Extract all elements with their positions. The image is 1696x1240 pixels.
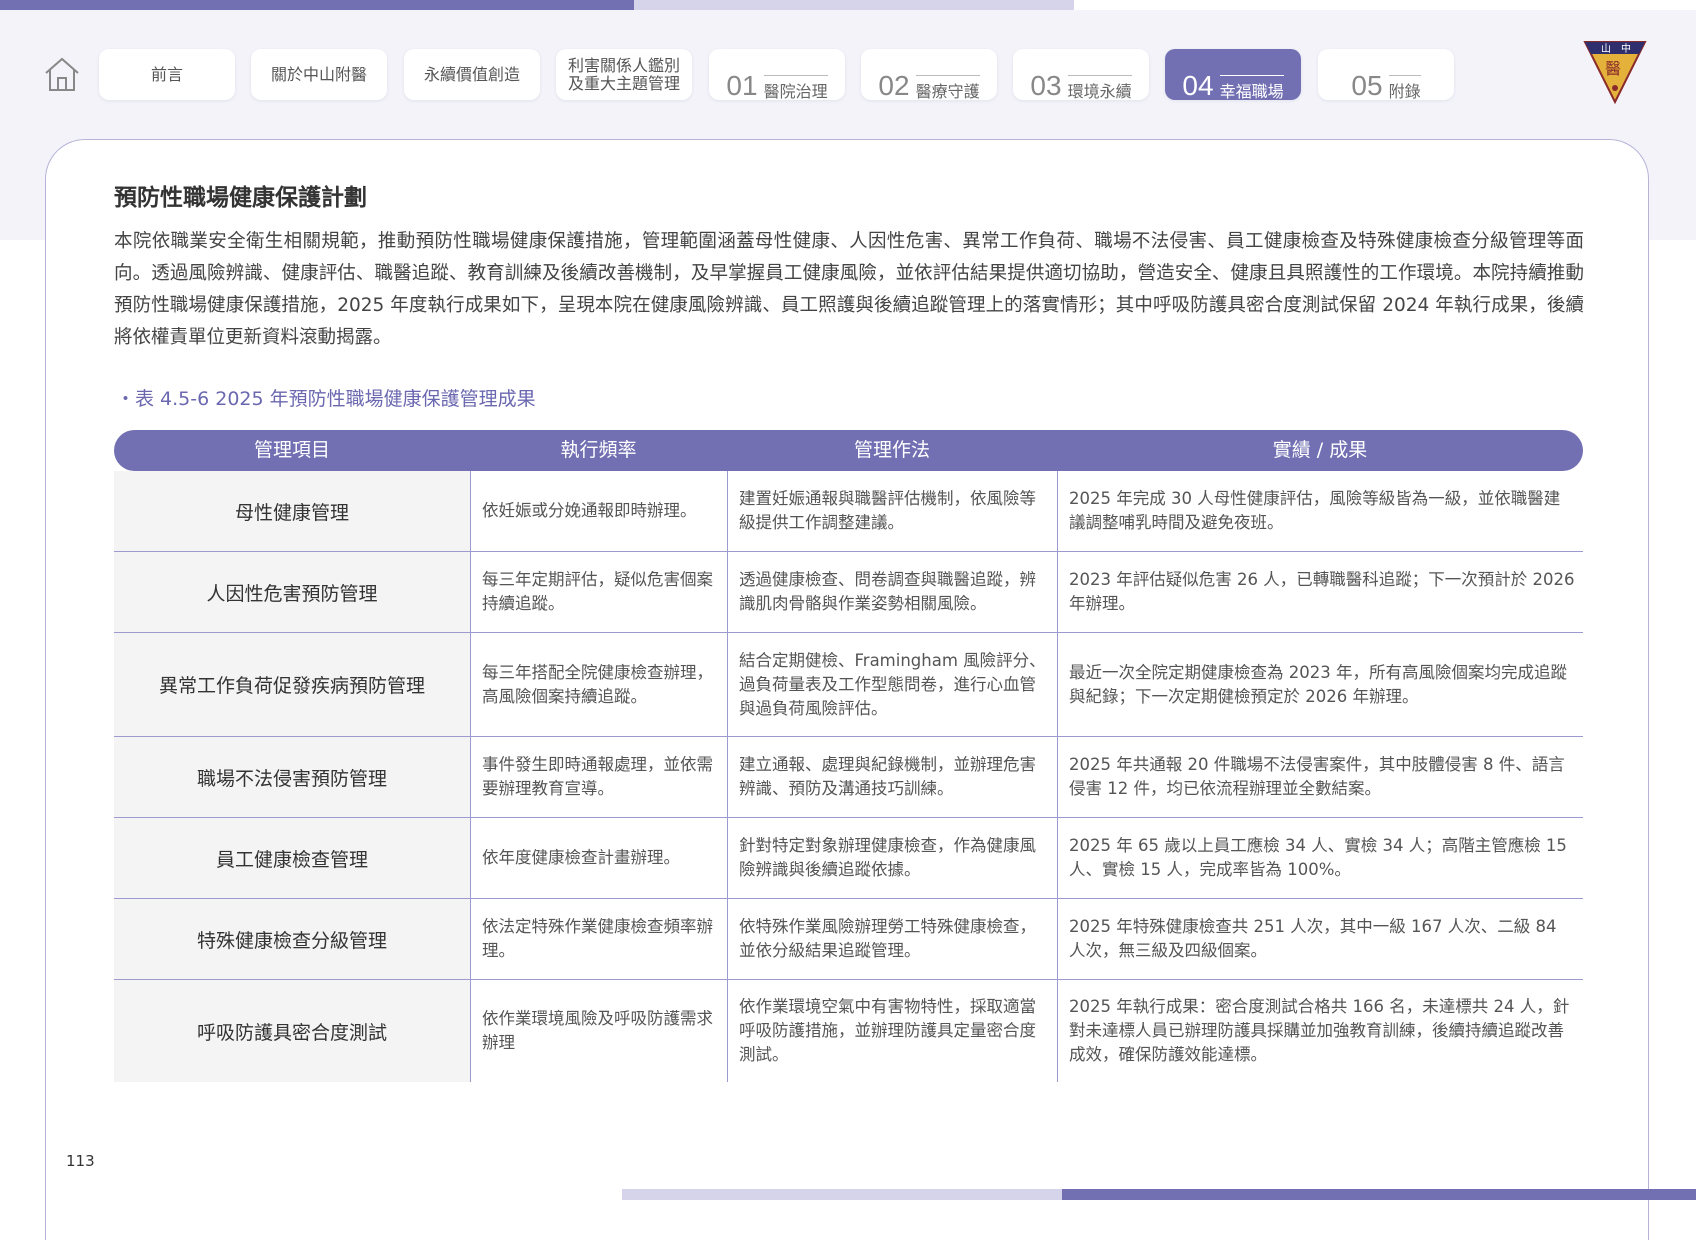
intro-paragraph: 本院依職業安全衛生相關規範，推動預防性職場健康保護措施，管理範圍涵蓋母性健康、人… [114,231,1584,348]
nav-chapter-04[interactable]: 04 幸福職場 [1165,49,1301,100]
svg-text:山: 山 [1601,43,1611,55]
cell-method: 依作業環境空氣中有害物特性，採取適當呼吸防護措施，並辦理防護具定量密合度測試。 [727,980,1057,1082]
svg-text:中: 中 [1621,42,1631,55]
nav-chapter-05[interactable]: 05 附錄 [1318,49,1454,100]
header-frequency: 執行頻率 [560,439,637,461]
home-icon[interactable] [42,54,82,94]
cell-frequency: 事件發生即時通報處理，並依需要辦理教育宣導。 [470,737,727,817]
chapter-number: 04 [1182,70,1214,101]
table-row: 異常工作負荷促發疾病預防管理 每三年搭配全院健康檢查辦理，高風險個案持續追蹤。 … [114,633,1583,737]
chapter-number: 01 [726,70,758,101]
cell-method: 透過健康檢查、問卷調查與職醫追蹤，辨識肌肉骨骼與作業姿勢相關風險。 [727,552,1057,632]
table-body: 母性健康管理 依妊娠或分娩通報即時辦理。 建置妊娠通報與職醫評估機制，依風險等級… [114,471,1583,1082]
svg-text:醫: 醫 [1605,59,1621,78]
header-result: 實績 / 成果 [1272,439,1368,461]
cell-item: 人因性危害預防管理 [114,552,470,632]
cell-frequency: 每三年定期評估，疑似危害個案持續追蹤。 [470,552,727,632]
nav-sustainable-value-label: 永續價值創造 [423,64,520,84]
section-title: 預防性職場健康保護計劃 [114,185,367,211]
table-row: 人因性危害預防管理 每三年定期評估，疑似危害個案持續追蹤。 透過健康檢查、問卷調… [114,552,1583,633]
chapter-number: 05 [1351,70,1383,101]
cell-frequency: 依法定特殊作業健康檢查頻率辦理。 [470,899,727,979]
nav-about[interactable]: 關於中山附醫 [251,49,387,100]
cell-frequency: 依妊娠或分娩通報即時辦理。 [470,471,727,551]
cell-result: 2025 年完成 30 人母性健康評估，風險等級皆為一級，並依職醫建議調整哺乳時… [1057,471,1583,551]
cell-method: 針對特定對象辦理健康檢查，作為健康風險辨識與後續追蹤依據。 [727,818,1057,898]
nav-chapter-03[interactable]: 03 環境永續 [1013,49,1149,100]
chapter-label: 醫療守護 [915,75,980,100]
cell-result: 2025 年 65 歲以上員工應檢 34 人、實檢 34 人；高階主管應檢 15… [1057,818,1583,898]
chapter-label: 環境永續 [1067,75,1132,100]
table-row: 呼吸防護具密合度測試 依作業環境風險及呼吸防護需求辦理 依作業環境空氣中有害物特… [114,980,1583,1082]
bottom-accent-bar [1062,1189,1696,1200]
cell-result: 最近一次全院定期健康檢查為 2023 年，所有高風險個案均完成追蹤與紀錄；下一次… [1057,633,1583,736]
cell-item: 特殊健康檢查分級管理 [114,899,470,979]
cell-item: 異常工作負荷促發疾病預防管理 [114,633,470,736]
top-accent-bar [0,0,634,10]
cell-item: 呼吸防護具密合度測試 [114,980,470,1082]
table-row: 特殊健康檢查分級管理 依法定特殊作業健康檢查頻率辦理。 依特殊作業風險辦理勞工特… [114,899,1583,980]
header-method: 管理作法 [853,439,930,461]
cell-result: 2023 年評估疑似危害 26 人，已轉職醫科追蹤；下一次預計於 2026 年辦… [1057,552,1583,632]
cell-result: 2025 年執行成果：密合度測試合格共 166 名，未達標共 24 人，針對未達… [1057,980,1583,1082]
bottom-accent-bar-light [622,1189,1062,1200]
cell-item: 員工健康檢查管理 [114,818,470,898]
table-row: 職場不法侵害預防管理 事件發生即時通報處理，並依需要辦理教育宣導。 建立通報、處… [114,737,1583,818]
cell-result: 2025 年特殊健康檢查共 251 人次，其中一級 167 人次、二級 84 人… [1057,899,1583,979]
page-number: 113 [66,1152,95,1170]
cell-method: 建立通報、處理與紀錄機制，並辦理危害辨識、預防及溝通技巧訓練。 [727,737,1057,817]
cell-frequency: 依年度健康檢查計畫辦理。 [470,818,727,898]
nav-preface[interactable]: 前言 [99,49,235,100]
table-row: 母性健康管理 依妊娠或分娩通報即時辦理。 建置妊娠通報與職醫評估機制，依風險等級… [114,471,1583,552]
chapter-number: 03 [1030,70,1062,101]
chapter-label: 幸福職場 [1219,75,1284,100]
cell-frequency: 每三年搭配全院健康檢查辦理，高風險個案持續追蹤。 [470,633,727,736]
top-accent-bar-light [634,0,1074,10]
nav-about-label: 關於中山附醫 [270,64,367,84]
nav-preface-label: 前言 [150,64,183,84]
header-item: 管理項目 [253,439,330,461]
table-caption: ・表 4.5-6 2025 年預防性職場健康保護管理成果 [116,388,536,410]
cell-method: 建置妊娠通報與職醫評估機制，依風險等級提供工作調整建議。 [727,471,1057,551]
hospital-logo[interactable]: 山 中 醫 [1583,38,1647,105]
nav-chapter-01[interactable]: 01 醫院治理 [709,49,845,100]
chapter-label: 醫院治理 [763,75,828,100]
table-header: 管理項目 執行頻率 管理作法 實績 / 成果 [114,430,1583,471]
cell-frequency: 依作業環境風險及呼吸防護需求辦理 [470,980,727,1082]
nav-stakeholders-label: 利害關係人鑑別 及重大主題管理 [567,55,680,93]
nav-sustainable-value[interactable]: 永續價值創造 [404,49,540,100]
nav-stakeholders[interactable]: 利害關係人鑑別 及重大主題管理 [556,49,692,100]
cell-item: 母性健康管理 [114,471,470,551]
chapter-label: 附錄 [1388,75,1421,100]
chapter-number: 02 [878,70,910,101]
nav-chapter-02[interactable]: 02 醫療守護 [861,49,997,100]
table-row: 員工健康檢查管理 依年度健康檢查計畫辦理。 針對特定對象辦理健康檢查，作為健康風… [114,818,1583,899]
cell-result: 2025 年共通報 20 件職場不法侵害案件，其中肢體侵害 8 件、語言侵害 1… [1057,737,1583,817]
cell-item: 職場不法侵害預防管理 [114,737,470,817]
cell-method: 結合定期健檢、Framingham 風險評分、過負荷量表及工作型態問卷，進行心血… [727,633,1057,736]
cell-method: 依特殊作業風險辦理勞工特殊健康檢查，並依分級結果追蹤管理。 [727,899,1057,979]
